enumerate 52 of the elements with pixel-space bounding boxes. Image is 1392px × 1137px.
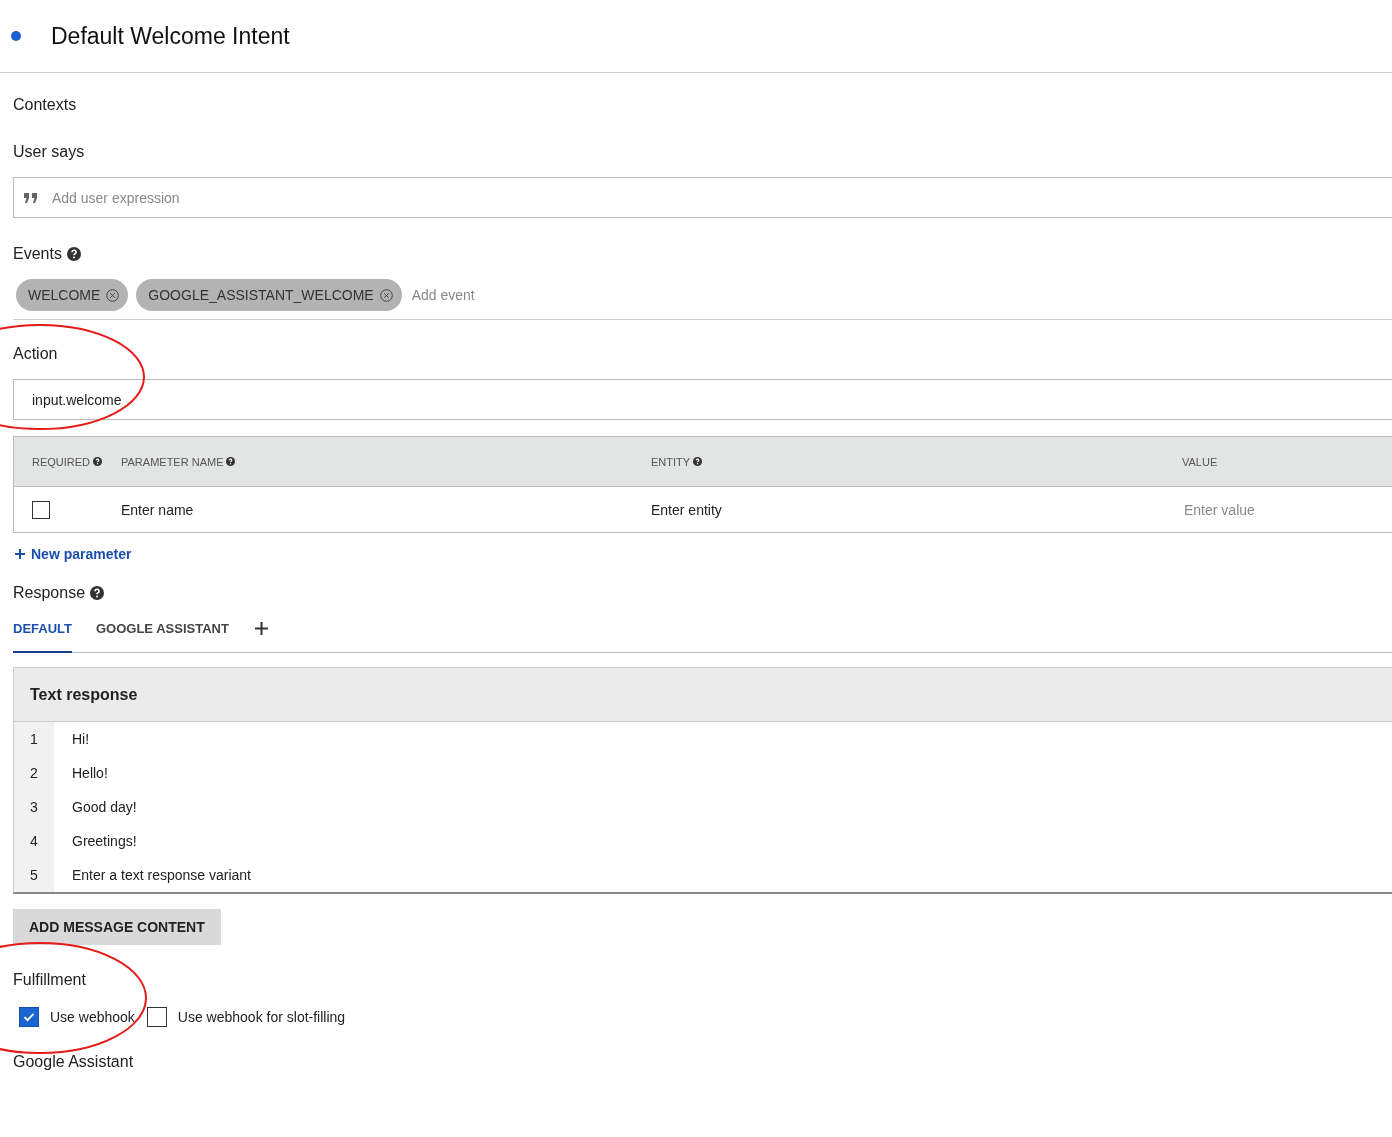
required-checkbox[interactable] <box>32 500 50 519</box>
section-label: Response <box>13 584 86 602</box>
entity-field[interactable]: Enter entity <box>651 501 722 518</box>
response-tab[interactable]: GOOGLE ASSISTANT <box>96 615 229 651</box>
line-number: 1 <box>30 731 38 747</box>
response-variant[interactable]: Greetings! <box>72 833 137 849</box>
card-title: Text response <box>30 685 138 704</box>
column-header: ENTITY <box>651 455 691 468</box>
response-variant[interactable]: Enter a text response variant <box>72 867 251 883</box>
link-text[interactable]: New parameter <box>31 546 132 562</box>
user-expression-field[interactable]: Add user expression <box>50 188 454 207</box>
plus-icon <box>15 549 25 559</box>
section-label: Google Assistant <box>13 1053 134 1071</box>
help-icon[interactable] <box>93 457 103 466</box>
column-header: PARAMETER NAME <box>121 455 224 468</box>
line-number: 4 <box>30 833 38 849</box>
intent-title: Default Welcome Intent <box>51 22 290 50</box>
line-number: 5 <box>30 867 38 883</box>
section-label: Fulfillment <box>13 971 86 989</box>
help-icon[interactable] <box>693 457 703 466</box>
line-number: 2 <box>30 765 38 781</box>
add-message-content-button[interactable]: ADD MESSAGE CONTENT <box>13 909 221 945</box>
remove-icon[interactable] <box>379 288 393 302</box>
line-number: 3 <box>30 799 38 815</box>
remove-icon[interactable] <box>106 288 120 302</box>
event-chip[interactable]: WELCOME <box>16 279 129 311</box>
checkbox-label[interactable]: Use webhook for slot-filling <box>177 1009 346 1025</box>
new-parameter-link[interactable]: New parameter <box>13 546 132 562</box>
quote-icon <box>24 192 38 203</box>
response-variant[interactable]: Hello! <box>72 765 108 781</box>
action-field[interactable]: input.welcome <box>13 379 1392 420</box>
section-label[interactable]: Contexts <box>13 96 77 114</box>
column-header: REQUIRED <box>32 455 91 468</box>
response-tab[interactable]: DEFAULT <box>13 615 72 653</box>
value-field[interactable]: Enter value <box>1182 500 1346 519</box>
event-chip[interactable]: GOOGLE_ASSISTANT_WELCOME <box>136 279 402 311</box>
add-tab-icon[interactable] <box>254 622 268 635</box>
column-header: VALUE <box>1182 455 1218 468</box>
add-event-field[interactable]: Add event <box>409 286 614 304</box>
section-label: Events <box>13 245 62 263</box>
help-icon[interactable] <box>226 457 236 466</box>
status-dot-icon <box>11 31 21 41</box>
checkbox-label[interactable]: Use webhook <box>50 1009 135 1025</box>
parameter-name-field[interactable]: Enter name <box>121 501 194 518</box>
checkbox[interactable] <box>19 1007 39 1027</box>
response-variant[interactable]: Hi! <box>72 731 90 747</box>
checkbox[interactable] <box>146 1007 167 1027</box>
help-icon[interactable] <box>90 586 105 600</box>
section-label: Action <box>13 345 58 363</box>
response-variant[interactable]: Good day! <box>72 799 137 815</box>
section-label: User says <box>13 143 85 161</box>
help-icon[interactable] <box>66 247 81 261</box>
